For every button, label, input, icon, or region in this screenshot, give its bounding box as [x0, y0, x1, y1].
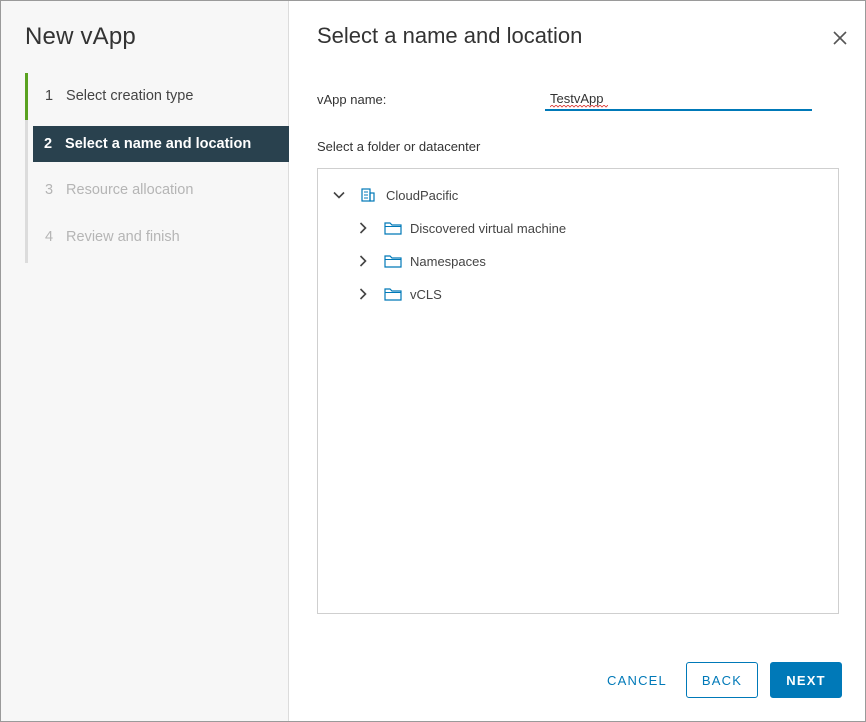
tree-node-label: Discovered virtual machine: [410, 220, 567, 236]
close-button[interactable]: [830, 28, 850, 48]
page-title: Select a name and location: [317, 23, 583, 48]
step-review-and-finish: 4 Review and finish: [25, 214, 289, 261]
step-select-creation-type[interactable]: 1 Select creation type: [25, 73, 289, 120]
new-vapp-dialog: New vApp 1 Select creation type 2 Select…: [0, 0, 866, 722]
close-icon: [833, 31, 847, 45]
folder-icon: [384, 253, 402, 269]
spellcheck-underline: [550, 105, 608, 108]
wizard-title: New vApp: [25, 23, 136, 50]
step-label: Resource allocation: [66, 182, 194, 198]
chevron-down-icon[interactable]: [332, 188, 346, 202]
step-resource-allocation: 3 Resource allocation: [25, 167, 289, 214]
wizard-sidebar: New vApp 1 Select creation type 2 Select…: [1, 1, 289, 721]
tree-node-label: Namespaces: [410, 253, 486, 269]
tree-node-label: CloudPacific: [386, 187, 459, 203]
chevron-right-icon[interactable]: [356, 254, 370, 268]
back-button[interactable]: BACK: [686, 662, 758, 698]
wizard-steps: 1 Select creation type 2 Select a name a…: [25, 73, 289, 263]
step-number: 2: [44, 136, 53, 152]
cancel-button[interactable]: CANCEL: [598, 662, 676, 698]
vapp-name-label: vApp name:: [317, 92, 387, 107]
step-label: Review and finish: [66, 229, 180, 245]
tree-node-namespaces[interactable]: Namespaces: [356, 249, 486, 273]
datacenter-icon: [360, 187, 378, 203]
folder-select-label: Select a folder or datacenter: [317, 139, 481, 154]
step-label: Select a name and location: [65, 136, 252, 152]
step-number: 3: [45, 182, 54, 198]
chevron-right-icon[interactable]: [356, 287, 370, 301]
tree-node-cloudpacific[interactable]: CloudPacific: [332, 183, 458, 207]
tree-node-discovered-virtual-machine[interactable]: Discovered virtual machine: [356, 216, 566, 240]
folder-tree: CloudPacific Discovered virtual machine: [317, 168, 839, 614]
step-label: Select creation type: [66, 88, 194, 104]
next-button[interactable]: NEXT: [770, 662, 842, 698]
tree-node-vcls[interactable]: vCLS: [356, 282, 442, 306]
step-number: 1: [45, 88, 54, 104]
wizard-content: Select a name and location vApp name: Se…: [290, 1, 865, 721]
step-select-name-and-location[interactable]: 2 Select a name and location: [33, 126, 289, 162]
step-number: 4: [45, 229, 54, 245]
chevron-right-icon[interactable]: [356, 221, 370, 235]
vapp-name-field-wrap: [545, 88, 812, 111]
tree-node-label: vCLS: [410, 286, 442, 302]
folder-icon: [384, 286, 402, 302]
folder-icon: [384, 220, 402, 236]
